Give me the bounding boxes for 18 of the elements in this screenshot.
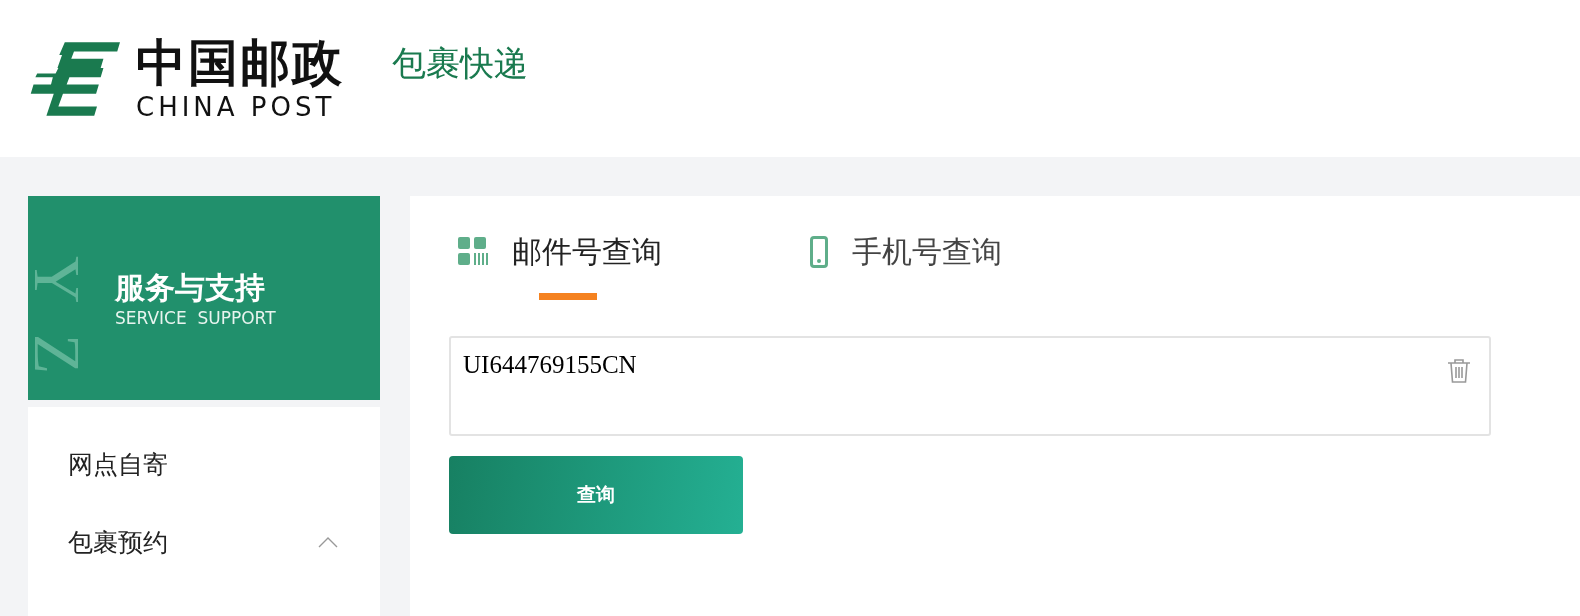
sidebar-item[interactable]: 包裹预约 xyxy=(28,503,380,581)
query-button[interactable]: 查询 xyxy=(449,456,743,534)
menu-label: 网点自寄 xyxy=(68,449,168,480)
tab[interactable]: 手机号查询 xyxy=(810,230,1002,300)
banner-title: 服务与支持 xyxy=(115,269,266,307)
banner-subtitle: SERVICE SUPPORT xyxy=(115,308,277,328)
tab[interactable]: 邮件号查询 xyxy=(458,230,662,300)
site-title: 包裹快递 xyxy=(392,43,528,84)
phone-icon xyxy=(810,236,828,268)
tracking-number-field[interactable]: UI644769155CN xyxy=(449,336,1491,436)
qr-code-icon xyxy=(458,237,488,267)
sidebar-item[interactable]: 网点自寄 xyxy=(28,425,380,503)
menu-label: 包裹预约 xyxy=(68,527,168,558)
logo-title: 中国邮政 xyxy=(136,34,344,91)
logo-icon xyxy=(28,41,120,116)
logo-subtitle: CHINA POST xyxy=(136,90,337,123)
trash-icon[interactable] xyxy=(1447,358,1471,384)
banner-watermark: YZ xyxy=(28,256,90,400)
